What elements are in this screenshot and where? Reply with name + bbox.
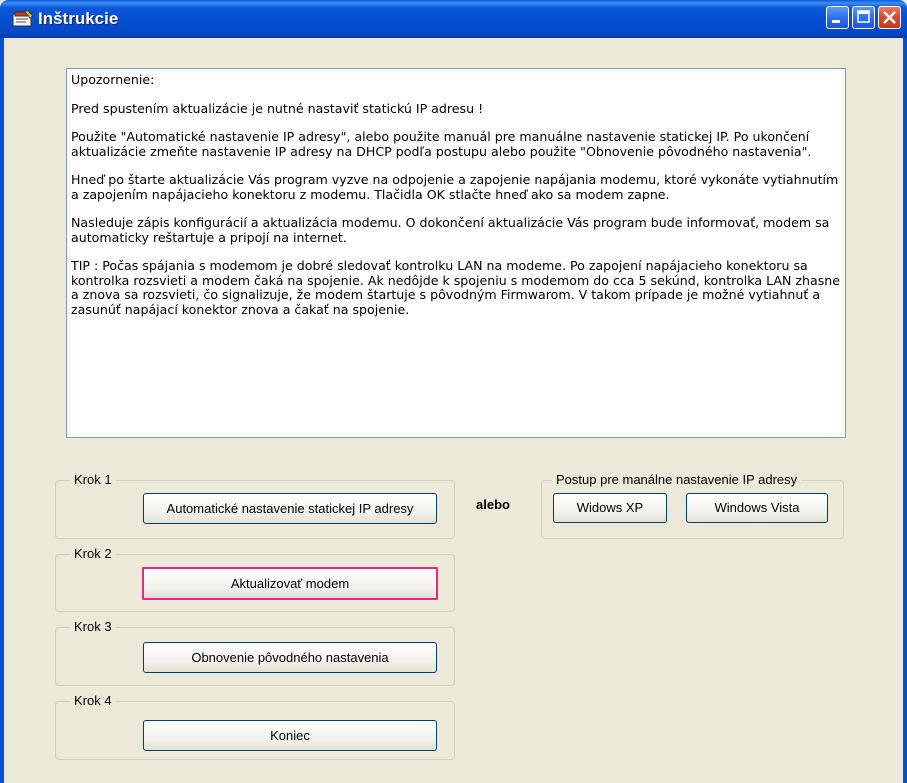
close-button[interactable] — [878, 6, 901, 29]
windows-vista-button-label: Windows Vista — [714, 500, 800, 515]
minimize-icon — [832, 20, 840, 23]
auto-static-ip-button-label: Automatické nastavenie statickej IP adre… — [166, 501, 414, 516]
window-frame-left — [0, 38, 4, 783]
maximize-icon — [857, 10, 870, 23]
auto-static-ip-button[interactable]: Automatické nastavenie statickej IP adre… — [143, 493, 437, 524]
instructions-textbox[interactable]: Upozornenie: Pred spustením aktualizácie… — [66, 68, 846, 438]
exit-button[interactable]: Koniec — [143, 720, 437, 751]
maximize-button[interactable] — [852, 6, 875, 29]
exit-button-label: Koniec — [270, 728, 310, 743]
restore-settings-button-label: Obnovenie pôvodného nastavenia — [191, 650, 389, 665]
step1-label: Krok 1 — [70, 472, 116, 487]
instructions-paragraph: Nasleduje zápis konfigurácií a aktualizá… — [71, 215, 830, 245]
windows-xp-button[interactable]: Widows XP — [553, 493, 667, 523]
close-icon — [883, 11, 896, 24]
step3-label: Krok 3 — [70, 619, 116, 634]
instructions-paragraph: Použite "Automatické nastavenie IP adres… — [71, 129, 812, 159]
or-label: alebo — [476, 497, 510, 512]
windows-xp-button-label: Widows XP — [576, 500, 644, 515]
minimize-button[interactable] — [826, 6, 849, 29]
windows-vista-button[interactable]: Windows Vista — [686, 493, 828, 523]
restore-settings-button[interactable]: Obnovenie pôvodného nastavenia — [143, 642, 437, 673]
instructions-paragraph: TIP : Počas spájania s modemom je dobré … — [71, 258, 841, 317]
window-frame-right — [903, 38, 907, 783]
instructions-paragraph: Upozornenie: — [71, 72, 155, 87]
title-bar[interactable]: Inštrukcie — [0, 0, 907, 38]
step4-label: Krok 4 — [70, 693, 116, 708]
instructions-paragraph: Hneď po štarte aktualizácie Vás program … — [71, 172, 839, 202]
instructions-window: Inštrukcie Upozornenie: Pred spustením a… — [0, 0, 907, 783]
manual-setup-label: Postup pre manálne nastavenie IP adresy — [552, 472, 802, 487]
window-title: Inštrukcie — [38, 9, 119, 28]
update-modem-button[interactable]: Aktualizovať modem — [142, 567, 438, 600]
step2-label: Krok 2 — [70, 546, 116, 561]
update-modem-button-label: Aktualizovať modem — [230, 576, 350, 591]
instructions-app-icon — [12, 10, 34, 27]
instructions-paragraph: Pred spustením aktualizácie je nutné nas… — [71, 100, 484, 116]
